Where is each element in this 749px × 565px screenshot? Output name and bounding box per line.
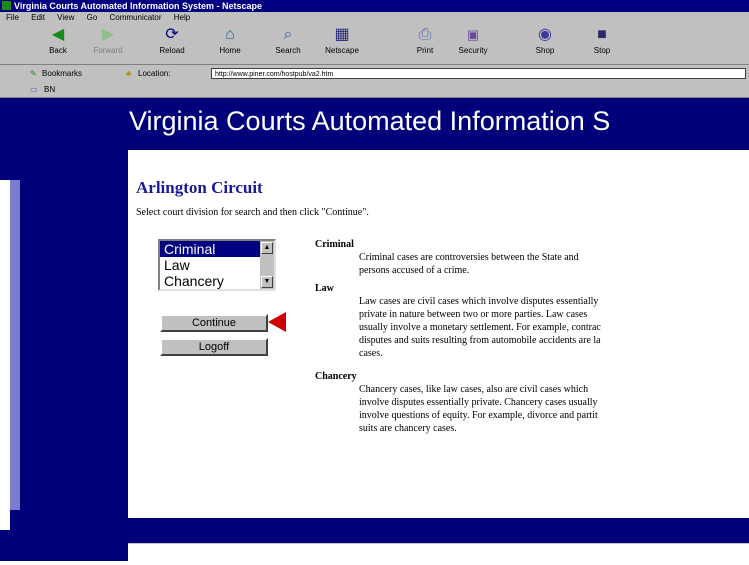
search-icon: ⌕ (283, 26, 293, 43)
law-description-line: private in nature between two or more pa… (359, 309, 588, 320)
print-label: Print (416, 46, 434, 55)
home-icon: ⌂ (225, 26, 235, 43)
shop-label: Shop (535, 46, 555, 55)
location-label: Location: (138, 69, 171, 78)
pillar-base (0, 530, 15, 561)
division-option-criminal[interactable]: Criminal (160, 241, 260, 257)
menu-go[interactable]: Go (87, 13, 98, 22)
reload-label: Reload (159, 46, 185, 55)
lock-icon: ▣ (466, 27, 480, 42)
division-option-chancery[interactable]: Chancery (160, 273, 260, 289)
page-title: Arlington Circuit (136, 178, 263, 197)
url-input[interactable]: http://www.piner.com/hostpub/va2.htm (211, 68, 746, 79)
continue-button[interactable]: Continue (160, 314, 268, 332)
scroll-down-arrow-icon[interactable]: ▼ (261, 276, 273, 288)
print-button[interactable]: ⎙ Print (403, 25, 447, 61)
division-option-law[interactable]: Law (160, 257, 260, 273)
instruction-text: Select court division for search and the… (136, 207, 369, 218)
stop-label: Stop (593, 46, 611, 55)
law-description-line: disputes and suits resulting from automo… (359, 335, 601, 346)
stop-button[interactable]: ■ Stop (580, 25, 624, 61)
chancery-term: Chancery (315, 371, 357, 382)
law-description-line: cases. (359, 348, 383, 359)
court-division-listbox[interactable]: Criminal Law Chancery ▲ ▼ (158, 239, 276, 291)
netscape-icon: ▦ (334, 26, 350, 43)
pillar-capital (0, 150, 128, 180)
personal-item-bn[interactable]: BN (44, 83, 55, 97)
menu-bar: File Edit View Go Communicator Help (0, 12, 749, 23)
window-title: Virginia Courts Automated Information Sy… (14, 1, 263, 11)
back-label: Back (49, 46, 67, 55)
personal-toolbar: ▭ BN (0, 83, 749, 98)
shop-button[interactable]: ◉ Shop (523, 25, 567, 61)
pillar-column (10, 180, 128, 561)
print-icon: ⎙ (418, 26, 432, 43)
search-label: Search (275, 46, 301, 55)
reload-button[interactable]: ⟳ Reload (150, 25, 194, 61)
criminal-term: Criminal (315, 239, 354, 250)
chancery-description-line: suits are chancery cases. (359, 423, 457, 434)
forward-button[interactable]: ▶ Forward (86, 25, 130, 61)
back-arrow-icon: ◀ (51, 26, 65, 43)
reload-icon: ⟳ (165, 26, 179, 43)
menu-communicator[interactable]: Communicator (110, 13, 162, 22)
law-term: Law (315, 283, 334, 294)
folder-icon: ▭ (30, 85, 38, 94)
criminal-description-line: Criminal cases are controversies between… (359, 252, 579, 263)
logoff-button[interactable]: Logoff (160, 338, 268, 356)
bookmarks-button[interactable]: Bookmarks (42, 65, 82, 83)
pillar-highlight (10, 180, 20, 510)
chancery-description-line: involve disputes essentially private. Ch… (359, 397, 598, 408)
law-description-line: Law cases are civil cases which involve … (359, 296, 599, 307)
location-icon: ♣ (126, 69, 132, 78)
back-button[interactable]: ◀ Back (36, 25, 80, 61)
menu-view[interactable]: View (57, 13, 74, 22)
home-button[interactable]: ⌂ Home (208, 25, 252, 61)
menu-edit[interactable]: Edit (31, 13, 45, 22)
search-button[interactable]: ⌕ Search (266, 25, 310, 61)
stop-icon: ■ (597, 26, 607, 43)
menu-help[interactable]: Help (174, 13, 190, 22)
location-bar: ✎ Bookmarks ♣ Location: http://www.piner… (0, 65, 749, 83)
forward-label: Forward (93, 46, 123, 55)
listbox-scrollbar[interactable]: ▲ ▼ (260, 241, 274, 289)
security-label: Security (458, 46, 488, 55)
footer-rule (128, 543, 749, 544)
chancery-description-line: Chancery cases, like law cases, also are… (359, 384, 589, 395)
page-banner-title: Virginia Courts Automated Information S (129, 106, 611, 136)
home-label: Home (219, 46, 241, 55)
footer-band (128, 518, 749, 544)
netscape-label: Netscape (325, 46, 359, 55)
netscape-button[interactable]: ▦ Netscape (320, 25, 364, 61)
forward-arrow-icon: ▶ (101, 26, 115, 43)
pointer-arrow-icon (268, 312, 286, 332)
criminal-description-line: persons accused of a crime. (359, 265, 470, 276)
law-description-line: usually involve a monetary settlement. F… (359, 322, 601, 333)
window-title-bar: Virginia Courts Automated Information Sy… (0, 0, 749, 12)
bookmark-icon: ✎ (30, 69, 37, 78)
scroll-up-arrow-icon[interactable]: ▲ (261, 242, 273, 254)
netscape-window-icon (2, 1, 11, 10)
shop-icon: ◉ (538, 26, 552, 43)
chancery-description-line: involve questions of equity. For example… (359, 410, 598, 421)
menu-file[interactable]: File (6, 13, 19, 22)
security-button[interactable]: ▣ Security (451, 25, 495, 61)
navigation-toolbar: ◀ Back ▶ Forward ⟳ Reload ⌂ Home ⌕ Search ▦ Ne… (0, 23, 749, 65)
